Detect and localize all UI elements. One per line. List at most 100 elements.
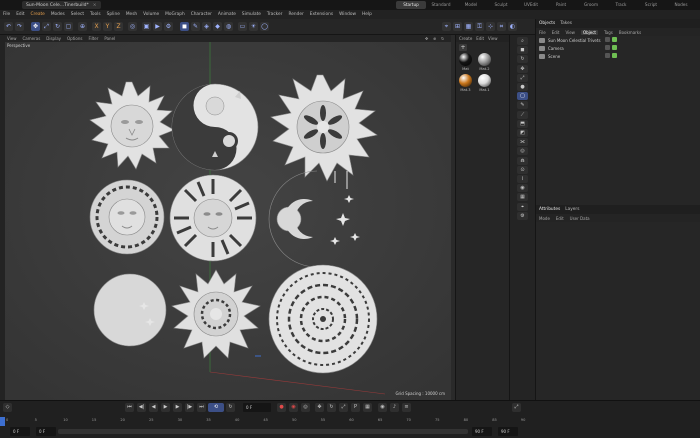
objects-menu-view[interactable]: View xyxy=(565,30,575,35)
objects-tab-takes[interactable]: Takes xyxy=(560,21,572,26)
knife-icon[interactable]: ⟋ xyxy=(517,110,528,119)
expand-timeline-icon[interactable]: ⤢ xyxy=(512,403,521,412)
menu-mograph[interactable]: MoGraph xyxy=(165,12,185,17)
sculpt-icon[interactable]: ◉ xyxy=(517,184,528,193)
cube-icon[interactable]: ◼ xyxy=(517,46,528,55)
visibility-dot-icon[interactable] xyxy=(612,37,617,42)
uv-icon[interactable]: ▦ xyxy=(517,193,528,202)
pla-key-icon[interactable]: ▦ xyxy=(363,403,372,412)
viewport-move-icon[interactable]: ✥ xyxy=(425,36,428,41)
move-icon[interactable]: ✥ xyxy=(31,22,40,31)
object-row[interactable]: Camera xyxy=(536,44,700,52)
previous-key-button[interactable]: ◀| xyxy=(137,403,146,412)
rotate-tool-icon[interactable]: ↻ xyxy=(517,55,528,64)
viewport-menu-options[interactable]: Options xyxy=(67,36,82,41)
quantize-icon[interactable]: ⌗ xyxy=(497,22,506,31)
menu-character[interactable]: Character xyxy=(191,12,212,17)
rotate-icon[interactable]: ↻ xyxy=(53,22,62,31)
material-swatch[interactable]: Mat.2 xyxy=(477,53,492,71)
close-icon[interactable]: × xyxy=(93,3,97,8)
search-icon[interactable]: ⌕ xyxy=(517,37,528,45)
bevel-icon[interactable]: ◩ xyxy=(517,129,528,137)
fps-icon[interactable]: ↻ xyxy=(226,403,235,412)
add-material-icon[interactable]: + xyxy=(459,44,467,51)
object-visibility-flags[interactable] xyxy=(605,45,617,50)
objects-menu-edit[interactable]: Edit xyxy=(552,30,560,35)
loop-icon[interactable]: ◎ xyxy=(517,147,528,156)
scale-key-icon[interactable]: ⤢ xyxy=(339,403,348,412)
frame-range-slider[interactable] xyxy=(58,429,468,434)
lock-icon[interactable]: ⚿ xyxy=(475,22,484,31)
render-settings-icon[interactable]: ⚙ xyxy=(164,22,173,31)
object-visibility-flags[interactable] xyxy=(605,37,617,42)
material-menu-edit[interactable]: Edit xyxy=(476,36,484,41)
current-frame-field[interactable]: 0 F xyxy=(243,403,271,412)
layout-track[interactable]: Track xyxy=(606,1,636,9)
timeline-settings-icon[interactable]: ≡ xyxy=(402,403,411,412)
viewport-menu-cameras[interactable]: Cameras xyxy=(23,36,41,41)
menu-render[interactable]: Render xyxy=(288,12,303,17)
snap-tool-icon[interactable]: ⌖ xyxy=(517,202,528,211)
menu-spline[interactable]: Spline xyxy=(107,12,120,17)
record-button[interactable]: ● xyxy=(277,403,286,412)
material-menu-view[interactable]: View xyxy=(488,36,498,41)
visibility-dot-icon[interactable] xyxy=(612,45,617,50)
layout-startup[interactable]: Startup xyxy=(396,1,426,9)
deformer-icon[interactable]: ◆ xyxy=(213,22,222,31)
attributes-tab-attributes[interactable]: Attributes xyxy=(539,207,560,212)
attributes-menu-user-data[interactable]: User Data xyxy=(570,216,590,221)
viewport-rotate-icon[interactable]: ↻ xyxy=(441,36,444,41)
weld-icon[interactable]: ⊙ xyxy=(517,165,528,174)
start-frame-field[interactable]: 0 F xyxy=(36,427,56,436)
visibility-dot-icon[interactable] xyxy=(605,37,610,42)
frame-ruler[interactable]: 0 5 10 15 20 25 30 35 40 45 50 55 60 65 70 75 80 85 90 xyxy=(0,414,525,427)
cube-icon[interactable]: ◼ xyxy=(180,22,189,31)
menu-tools[interactable]: Tools xyxy=(90,12,101,17)
loop-button[interactable]: ⟲ xyxy=(208,403,224,412)
visibility-dot-icon[interactable] xyxy=(605,53,610,58)
min-frame-field[interactable]: 0 F xyxy=(10,427,30,436)
viewport-solo-icon[interactable]: ◐ xyxy=(508,22,517,31)
trivet-rayed-sun-face[interactable] xyxy=(169,174,257,262)
menu-select[interactable]: Select xyxy=(71,12,84,17)
menu-extensions[interactable]: Extensions xyxy=(310,12,333,17)
viewport-menu-panel[interactable]: Panel xyxy=(104,36,115,41)
spline-icon[interactable]: ✎ xyxy=(191,22,200,31)
max-frame-field[interactable]: 90 F xyxy=(498,427,518,436)
menu-simulate[interactable]: Simulate xyxy=(242,12,261,17)
objects-menu-file[interactable]: File xyxy=(539,30,546,35)
document-tab[interactable]: Sun-Moon Cele...Tinerbuild* × xyxy=(22,1,101,9)
go-to-end-button[interactable]: ⏭ xyxy=(197,403,206,412)
keyframe-selection-icon[interactable]: ◎ xyxy=(301,403,310,412)
extrude-icon[interactable]: ⬒ xyxy=(517,119,528,128)
render-region-icon[interactable]: ▣ xyxy=(142,22,151,31)
visibility-dot-icon[interactable] xyxy=(612,53,617,58)
material-swatch[interactable]: Mat.1 xyxy=(477,74,492,92)
viewport-menu-filter[interactable]: Filter xyxy=(88,36,98,41)
brush-icon[interactable]: ⌇ xyxy=(517,175,528,183)
axis-icon[interactable]: ⊹ xyxy=(486,22,495,31)
menu-animate[interactable]: Animate xyxy=(218,12,236,17)
attributes-menu-mode[interactable]: Mode xyxy=(539,216,550,221)
menu-modes[interactable]: Modes xyxy=(51,12,65,17)
menu-create[interactable]: Create xyxy=(31,12,45,17)
material-swatch[interactable]: Mat.3 xyxy=(458,74,473,92)
visibility-dot-icon[interactable] xyxy=(605,45,610,50)
select-icon[interactable]: ▢ xyxy=(64,22,73,31)
menu-edit[interactable]: Edit xyxy=(16,12,24,17)
menu-file[interactable]: File xyxy=(3,12,10,17)
next-frame-button[interactable]: ▶ xyxy=(173,403,182,412)
object-visibility-flags[interactable] xyxy=(605,53,617,58)
menu-help[interactable]: Help xyxy=(362,12,372,17)
move-tool-icon[interactable]: ✥ xyxy=(517,64,528,73)
scale-icon[interactable]: ⤢ xyxy=(42,22,51,31)
layout-script[interactable]: Script xyxy=(636,1,666,9)
light-icon[interactable]: ☀ xyxy=(249,22,258,31)
object-row[interactable]: Sun Moon Celestial Trivets xyxy=(536,36,700,44)
magnet-icon[interactable]: ⋒ xyxy=(517,156,528,165)
undo-icon[interactable]: ↶ xyxy=(4,22,13,31)
trivet-sun-moon-yinyang[interactable] xyxy=(171,83,259,171)
material-menu-create[interactable]: Create xyxy=(459,36,472,41)
viewport-3d[interactable]: Perspective Grid Spacing : 10000 cm xyxy=(5,42,451,400)
scale-tool-icon[interactable]: ⤢ xyxy=(517,73,528,82)
